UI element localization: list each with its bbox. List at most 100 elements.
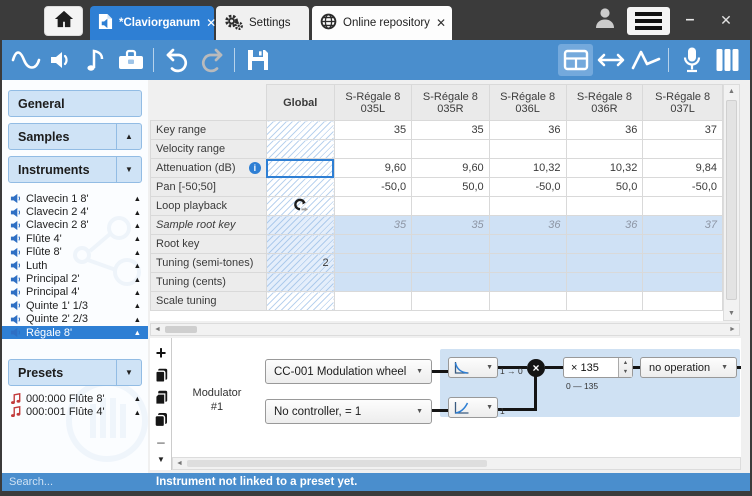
sidebar-section-samples[interactable]: Samples (8, 123, 142, 150)
collapse-icon[interactable] (134, 315, 141, 324)
table-cell[interactable]: 50,0 (412, 178, 490, 197)
list-item[interactable]: Quinte 1' 1/3 (2, 299, 148, 312)
search-input[interactable] (2, 475, 148, 489)
global-cell[interactable] (266, 178, 334, 197)
scroll-up-icon[interactable] (724, 85, 739, 98)
modulator-amount-spinbox[interactable]: × 135 (563, 357, 633, 378)
table-cell[interactable]: 35 (412, 216, 490, 235)
table-cell[interactable] (566, 235, 643, 254)
list-item[interactable]: Clavecin 2 4' (2, 205, 148, 218)
table-cell[interactable]: 35 (412, 121, 490, 140)
curve-shape-select-primary[interactable] (448, 357, 498, 378)
table-cell[interactable] (489, 273, 566, 292)
table-cell[interactable]: 36 (566, 216, 643, 235)
music-note-icon[interactable] (78, 44, 113, 76)
collapse-icon[interactable] (134, 275, 141, 284)
microphone-icon[interactable] (674, 44, 709, 76)
table-cell[interactable] (566, 254, 643, 273)
modulator-operation-select[interactable]: no operation (640, 357, 737, 378)
table-cell[interactable] (334, 197, 412, 216)
global-cell[interactable] (266, 140, 334, 159)
global-cell[interactable] (266, 121, 334, 140)
table-cell[interactable]: 35 (334, 216, 412, 235)
table-view-icon[interactable] (558, 44, 593, 76)
table-cell[interactable] (566, 140, 643, 159)
range-view-icon[interactable] (593, 44, 628, 76)
table-cell[interactable]: 10,32 (489, 159, 566, 178)
list-item[interactable]: Clavecin 2 8' (2, 219, 148, 232)
column-header[interactable]: S-Régale 8036L (489, 85, 566, 121)
tab-close-icon[interactable]: ✕ (436, 16, 446, 30)
table-cell[interactable]: -50,0 (489, 178, 566, 197)
curve-shape-select-secondary[interactable] (448, 397, 498, 418)
spin-buttons[interactable] (618, 358, 632, 377)
table-cell[interactable] (489, 197, 566, 216)
collapse-icon[interactable] (134, 301, 141, 310)
table-cell[interactable]: 9,84 (643, 159, 723, 178)
modulator-secondary-source-select[interactable]: No controller, = 1 (265, 399, 432, 424)
table-cell[interactable] (412, 197, 490, 216)
list-item[interactable]: Flûte 8' (2, 246, 148, 259)
collapse-icon[interactable] (134, 221, 141, 230)
global-cell[interactable] (266, 235, 334, 254)
global-cell[interactable] (266, 216, 334, 235)
window-close-button[interactable]: ✕ (714, 0, 738, 40)
table-cell[interactable] (412, 254, 490, 273)
column-header[interactable]: S-Régale 8037L (643, 85, 723, 121)
list-item[interactable]: Clavecin 1 8' (2, 192, 148, 205)
global-cell[interactable] (266, 292, 334, 311)
redo-icon[interactable] (194, 44, 229, 76)
list-item[interactable]: 000:001 Flûte 4' (2, 405, 148, 418)
tab-close-icon[interactable]: ✕ (206, 16, 216, 30)
list-item[interactable]: Principal 2' (2, 272, 148, 285)
table-cell[interactable] (412, 235, 490, 254)
collapse-icon[interactable] (134, 261, 141, 270)
table-cell[interactable] (334, 235, 412, 254)
list-item[interactable]: Principal 4' (2, 286, 148, 299)
table-cell[interactable] (489, 140, 566, 159)
table-cell[interactable] (489, 235, 566, 254)
table-cell[interactable] (643, 273, 723, 292)
audio-output-icon[interactable] (43, 44, 78, 76)
minimize-button[interactable]: – (678, 0, 702, 40)
global-cell-loop-icon[interactable] (266, 197, 334, 216)
collapse-icon[interactable] (134, 248, 141, 257)
table-cell[interactable] (334, 273, 412, 292)
table-cell[interactable]: 37 (643, 216, 723, 235)
table-cell[interactable] (412, 273, 490, 292)
sidebar-section-presets[interactable]: Presets (8, 359, 142, 386)
scrollbar-thumb[interactable] (187, 460, 487, 467)
column-header[interactable]: Global (266, 85, 334, 121)
scroll-down-icon[interactable] (724, 307, 739, 320)
collapse-icon[interactable] (134, 208, 141, 217)
column-header[interactable]: S-Régale 8035L (334, 85, 412, 121)
global-cell[interactable]: 2 (266, 254, 334, 273)
modulator-scroll-down-icon[interactable] (150, 449, 172, 469)
table-cell[interactable] (643, 292, 723, 311)
user-account-button[interactable] (592, 0, 618, 40)
list-item[interactable]: Quinte 2' 2/3 (2, 313, 148, 326)
collapse-icon[interactable] (134, 408, 141, 417)
list-item[interactable]: Luth (2, 259, 148, 272)
table-cell[interactable] (643, 140, 723, 159)
table-cell[interactable]: 9,60 (412, 159, 490, 178)
main-menu-button[interactable] (627, 7, 670, 35)
expand-icon[interactable] (116, 157, 141, 182)
scrollbar-thumb[interactable] (726, 100, 737, 300)
column-header[interactable]: S-Régale 8035R (412, 85, 490, 121)
collapse-icon[interactable] (116, 124, 141, 149)
column-header[interactable]: S-Régale 8036R (566, 85, 643, 121)
table-cell[interactable]: -50,0 (643, 178, 723, 197)
global-cell[interactable] (266, 159, 334, 178)
table-cell[interactable]: 50,0 (566, 178, 643, 197)
table-cell[interactable]: -50,0 (334, 178, 412, 197)
list-item[interactable]: Flûte 4' (2, 232, 148, 245)
collapse-icon[interactable] (134, 394, 141, 403)
save-icon[interactable] (240, 44, 275, 76)
table-cell[interactable] (566, 292, 643, 311)
list-item[interactable]: 000:000 Flûte 8' (2, 392, 148, 405)
table-cell[interactable] (566, 197, 643, 216)
envelope-view-icon[interactable] (628, 44, 663, 76)
keyboard-bars-icon[interactable] (709, 44, 744, 76)
table-cell[interactable]: 36 (566, 121, 643, 140)
